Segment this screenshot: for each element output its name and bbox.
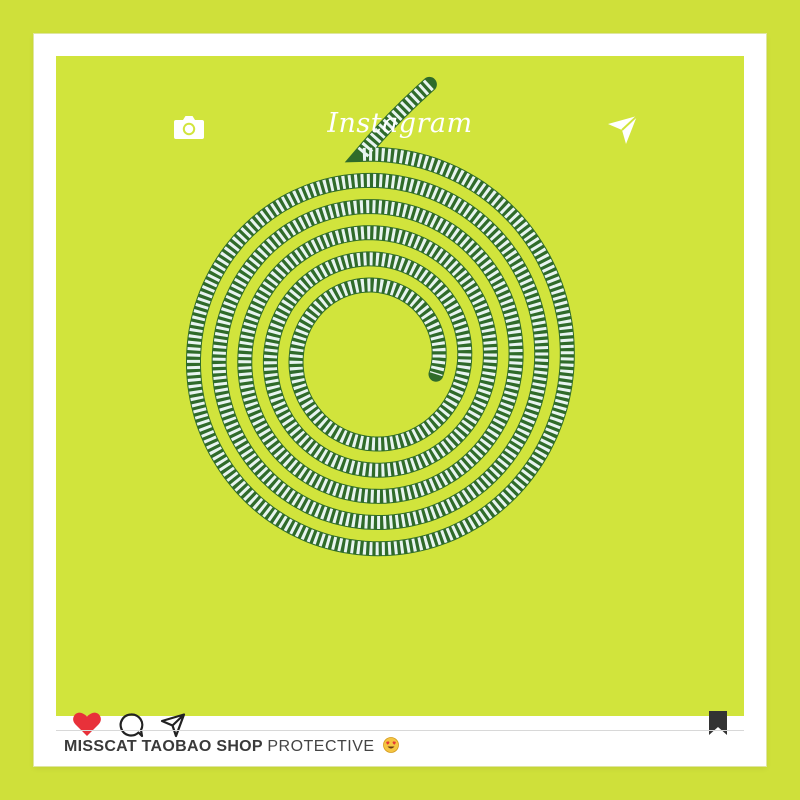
post-caption: MISSCAT TAOBAO SHOP PROTECTIVE: [64, 736, 744, 760]
post-header: Instagram: [56, 56, 744, 156]
post-photo[interactable]: Instagram: [56, 56, 744, 716]
comment-icon[interactable]: [118, 712, 144, 738]
post-card: Instagram MISSCAT TAOBAO SHOP PROTECTIVE: [34, 34, 766, 766]
paper-plane-icon[interactable]: [606, 112, 640, 146]
camera-icon[interactable]: [172, 112, 206, 142]
heart-icon[interactable]: [72, 710, 102, 738]
instagram-logo: Instagram: [327, 108, 473, 139]
share-icon[interactable]: [160, 712, 186, 738]
heart-eyes-emoji-icon: [383, 737, 399, 753]
bookmark-icon[interactable]: [708, 710, 728, 736]
caption-username[interactable]: MISSCAT TAOBAO SHOP: [64, 738, 263, 755]
caption-divider: [56, 730, 744, 731]
action-bar: [34, 696, 766, 738]
caption-text: PROTECTIVE: [267, 738, 375, 755]
